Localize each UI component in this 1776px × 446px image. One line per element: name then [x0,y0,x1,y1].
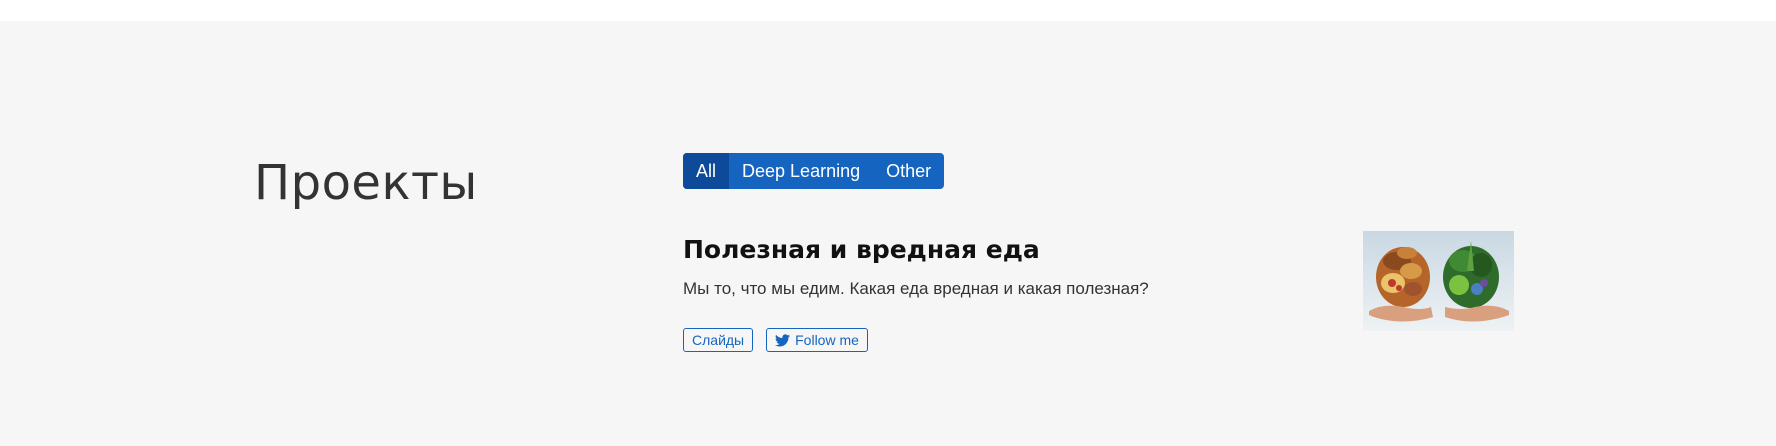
slides-button[interactable]: Слайды [683,328,754,352]
project-title: Полезная и вредная еда [683,235,1040,264]
project-thumbnail[interactable] [1363,231,1514,331]
projects-section: Проекты All Deep Learning Other Полезная… [0,21,1776,446]
section-title: Проекты [254,155,478,211]
project-filter-group: All Deep Learning Other [683,153,945,189]
twitter-icon [775,333,791,347]
project-actions: Слайды Follow me [683,328,868,352]
filter-deep-learning-button[interactable]: Deep Learning [729,153,873,189]
follow-me-label: Follow me [795,332,859,348]
filter-all-button[interactable]: All [683,153,730,189]
follow-me-button[interactable]: Follow me [766,328,868,352]
project-card: Полезная и вредная еда Мы то, что мы еди… [683,231,1514,361]
project-description: Мы то, что мы едим. Какая еда вредная и … [683,279,1149,298]
filter-other-button[interactable]: Other [873,153,944,189]
slides-button-label: Слайды [692,332,745,348]
